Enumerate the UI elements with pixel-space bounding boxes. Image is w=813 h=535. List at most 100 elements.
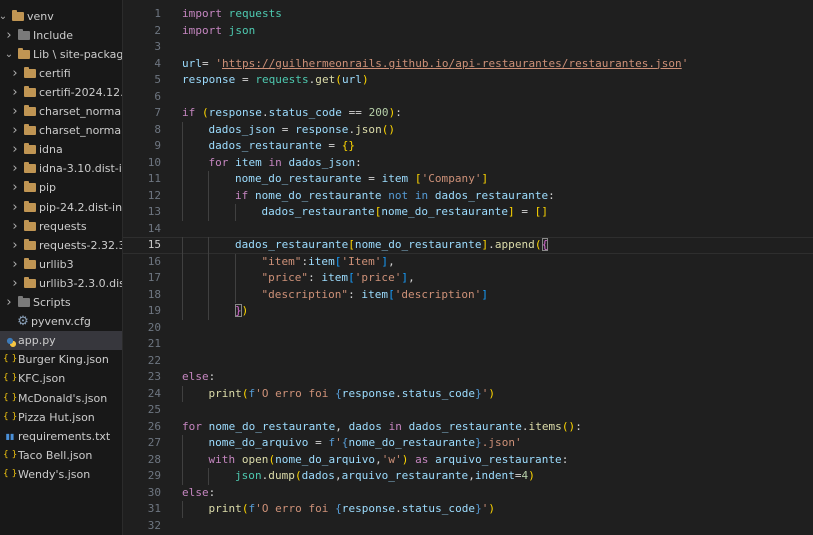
chevron-right-icon[interactable]: › — [10, 140, 20, 159]
explorer-item[interactable]: { } KFC.json — [0, 369, 122, 388]
chevron-down-icon[interactable]: ⌄ — [0, 7, 8, 26]
code-token: json — [234, 469, 262, 482]
code-line[interactable]: 15 dados_restaurante[nome_do_restaurante]… — [123, 237, 813, 254]
explorer-item[interactable]: › urllib3-2.3.0.dis... — [0, 274, 122, 293]
code-line[interactable]: 25 — [123, 402, 813, 419]
chevron-right-icon[interactable]: › — [10, 159, 20, 178]
code-token: ' — [215, 56, 222, 70]
chevron-right-icon[interactable]: › — [10, 274, 20, 293]
explorer-item[interactable]: › Include — [0, 26, 122, 45]
explorer-item[interactable]: › requests-2.32.3.... — [0, 236, 122, 255]
explorer-item[interactable]: ● app.py — [0, 331, 122, 351]
indent-guide — [234, 204, 261, 221]
code-line[interactable]: 21 — [123, 336, 813, 353]
code-line[interactable]: 6 — [123, 89, 813, 106]
explorer-item-label: pip — [39, 181, 57, 195]
code-line[interactable]: 26 for nome_do_restaurante, dados in dado… — [123, 419, 813, 436]
code-line[interactable]: 16 "item":item['Item'], — [123, 253, 813, 270]
code-line[interactable]: 20 — [123, 320, 813, 337]
chevron-right-icon[interactable]: › — [10, 198, 20, 217]
chevron-right-icon[interactable]: › — [10, 255, 20, 274]
code-text: nome_do_restaurante = item ['Company'] — [182, 171, 488, 188]
chevron-right-icon[interactable]: › — [10, 102, 20, 121]
code-line[interactable]: 10 for item in dados_json: — [123, 154, 813, 171]
code-text: dados_restaurante[nome_do_restaurante] =… — [182, 204, 548, 221]
code-editor[interactable]: 1 import requests 2 import json 3 4 url= 'http… — [123, 6, 813, 534]
code-line[interactable]: 30 else: — [123, 485, 813, 502]
explorer-item[interactable]: › pip-24.2.dist-in... — [0, 198, 122, 217]
explorer-item[interactable]: { } Burger King.json — [0, 350, 122, 369]
code-token: .json' — [481, 436, 522, 449]
chevron-right-icon[interactable]: › — [10, 178, 20, 197]
code-token: dump — [268, 469, 295, 482]
code-line[interactable]: 24 print(f'O erro foi {response.status_co… — [123, 385, 813, 402]
code-line[interactable]: 23 else: — [123, 369, 813, 386]
indent-guide — [182, 468, 208, 485]
explorer-item[interactable]: › idna-3.10.dist-i... — [0, 159, 122, 178]
code-line[interactable]: 3 — [123, 39, 813, 56]
explorer-item-label: certifi — [39, 66, 71, 80]
code-line[interactable]: 12 if nome_do_restaurante not in dados_re… — [123, 187, 813, 204]
explorer-item[interactable]: › idna — [0, 140, 122, 159]
code-text: dados_restaurante = {} — [182, 138, 355, 155]
code-line[interactable]: 5 response = requests.get(url) — [123, 72, 813, 89]
chevron-right-icon[interactable]: › — [10, 121, 20, 140]
code-line[interactable]: 1 import requests — [123, 6, 813, 23]
code-line[interactable]: 7 if (response.status_code == 200): — [123, 105, 813, 122]
explorer-item[interactable]: ▮▮ requirements.txt — [0, 427, 122, 446]
code-line[interactable]: 14 — [123, 221, 813, 238]
code-line[interactable]: 2 import json — [123, 23, 813, 40]
explorer-item[interactable]: ⚙ pyvenv.cfg — [0, 312, 122, 331]
code-token: , — [388, 254, 395, 268]
chevron-right-icon[interactable]: › — [10, 217, 20, 236]
explorer-item[interactable]: › certifi — [0, 64, 122, 83]
line-number: 22 — [147, 353, 161, 367]
code-line[interactable]: 13 dados_restaurante[nome_do_restaurante]… — [123, 204, 813, 221]
chevron-right-icon[interactable]: › — [10, 236, 20, 255]
code-line[interactable]: 27 nome_do_arquivo = f'{nome_do_restauran… — [123, 435, 813, 452]
code-line[interactable]: 17 "price": item['price'], — [123, 270, 813, 287]
code-line[interactable]: 32 — [123, 518, 813, 535]
chevron-down-icon[interactable]: ⌄ — [4, 45, 14, 64]
explorer-item[interactable]: › pip — [0, 178, 122, 197]
code-line[interactable]: 22 — [123, 353, 813, 370]
explorer-item[interactable]: { } Taco Bell.json — [0, 446, 122, 465]
code-token: ' — [335, 436, 342, 449]
code-line[interactable]: 31 print(f'O erro foi {response.status_co… — [123, 501, 813, 518]
explorer-item[interactable]: › certifi-2024.12.... — [0, 83, 122, 102]
chevron-right-icon[interactable]: › — [10, 64, 20, 83]
explorer-item[interactable]: › Scripts — [0, 293, 122, 312]
code-line[interactable]: 11 nome_do_restaurante = item ['Company'] — [123, 171, 813, 188]
chevron-right-icon[interactable]: › — [4, 293, 14, 312]
explorer-item[interactable]: › charset_normal... — [0, 102, 122, 121]
code-token: json — [355, 122, 382, 136]
code-token: nome_do_restaurante — [254, 188, 382, 202]
code-token: = — [321, 139, 342, 152]
code-line[interactable]: 29 json.dump(dados,arquivo_restaurante,in… — [123, 468, 813, 485]
explorer-item[interactable]: ⌄ venv — [0, 7, 122, 26]
code-line[interactable]: 19}) — [123, 303, 813, 320]
explorer-item[interactable]: › requests — [0, 217, 122, 236]
chevron-right-icon[interactable]: › — [4, 26, 14, 45]
code-line[interactable]: 9 dados_restaurante = {} — [123, 138, 813, 155]
folder-icon — [23, 178, 37, 198]
indent-guide — [182, 154, 208, 171]
explorer-item[interactable]: › charset_normal... — [0, 121, 122, 140]
explorer-item-label: Wendy's.json — [18, 467, 91, 481]
code-line[interactable]: 28 with open(nome_do_arquivo,'w') as arqu… — [123, 451, 813, 468]
explorer-item[interactable]: › urllib3 — [0, 255, 122, 274]
code-line[interactable]: 8 dados_json = response.json() — [123, 121, 813, 138]
code-token: 'O erro foi — [255, 502, 336, 515]
chevron-right-icon[interactable]: › — [10, 83, 20, 102]
code-token: = — [514, 205, 535, 218]
code-line[interactable]: 18 "description": item['description'] — [123, 286, 813, 303]
explorer-item[interactable]: { } Wendy's.json — [0, 465, 122, 484]
code-token: [ — [348, 271, 355, 284]
code-token: = — [308, 436, 329, 449]
folder-icon — [23, 217, 37, 237]
code-line[interactable]: 4 url= 'https://guilhermeonrails.github.i… — [123, 56, 813, 73]
explorer-item[interactable]: { } Pizza Hut.json — [0, 408, 122, 427]
explorer-item[interactable]: { } McDonald's.json — [0, 389, 122, 408]
explorer-item[interactable]: ⌄ Lib \ site-packages — [0, 45, 122, 64]
